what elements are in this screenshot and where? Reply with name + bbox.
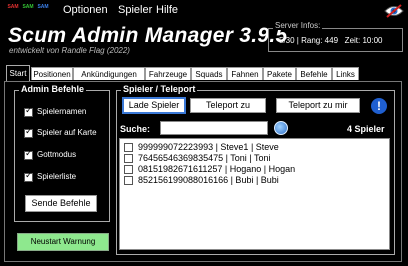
tab-squads[interactable]: Squads xyxy=(191,67,227,80)
menu-bar: SAM SAM SAM Optionen Spieler Hilfe xyxy=(0,0,408,22)
sam-red-icon[interactable]: SAM xyxy=(7,4,19,17)
checkbox-spielernamen[interactable] xyxy=(24,106,33,117)
spieler-teleport-label: Spieler / Teleport xyxy=(121,84,198,94)
tab-befehle[interactable]: Befehle xyxy=(296,67,332,80)
player-entry-text: 76456546369835475 | Toni | Toni xyxy=(138,153,271,163)
tab-start[interactable]: Start xyxy=(6,65,30,81)
player-list[interactable]: 999999072223993 | Steve1 | Steve 7645654… xyxy=(119,138,390,250)
player-checkbox[interactable] xyxy=(124,143,133,152)
app-subtitle: entwickelt von Randle Flag (2022) xyxy=(9,46,130,55)
menu-hilfe[interactable]: Hilfe xyxy=(156,4,178,16)
info-icon[interactable]: ! xyxy=(371,98,387,114)
tab-links[interactable]: Links xyxy=(332,67,359,80)
admin-befehle-label: Admin Befehle xyxy=(19,84,87,94)
tab-positionen[interactable]: Positionen xyxy=(31,67,73,80)
server-info-text: 5/30 | Rang: 449 Zeit: 10:00 xyxy=(279,36,383,45)
tab-fahnen[interactable]: Fahnen xyxy=(227,67,263,80)
player-entry-text: 08151982671611257 | Hogano | Hogan xyxy=(138,164,296,174)
player-checkbox[interactable] xyxy=(124,176,133,185)
teleport-zu-button[interactable]: Teleport zu xyxy=(190,98,266,113)
checkbox-gottmodus-label: Gottmodus xyxy=(37,150,77,159)
sende-befehle-button[interactable]: Sende Befehle xyxy=(25,195,97,212)
player-entry-text: 999999072223993 | Steve1 | Steve xyxy=(138,142,279,152)
tab-pakete[interactable]: Pakete xyxy=(263,67,296,80)
sam-green-icon[interactable]: SAM xyxy=(22,4,34,17)
player-checkbox[interactable] xyxy=(124,154,133,163)
suche-label: Suche: xyxy=(120,124,151,134)
neustart-warnung-button[interactable]: Neustart Warnung xyxy=(17,233,109,251)
checkbox-spielerliste[interactable] xyxy=(24,171,33,182)
eye-icon[interactable] xyxy=(384,3,404,19)
list-item[interactable]: 76456546369835475 | Toni | Toni xyxy=(124,153,384,164)
tab-ankuendigungen[interactable]: Ankündigungen xyxy=(73,67,145,80)
teleport-zu-mir-button[interactable]: Teleport zu mir xyxy=(276,98,360,113)
server-info-label: Server Infos: xyxy=(273,21,323,30)
checkbox-spieler-auf-karte[interactable] xyxy=(24,127,33,138)
list-item[interactable]: 999999072223993 | Steve1 | Steve xyxy=(124,142,384,153)
checkbox-gottmodus[interactable] xyxy=(24,149,33,160)
player-checkbox[interactable] xyxy=(124,165,133,174)
checkbox-spielernamen-label: Spielernamen xyxy=(37,107,87,116)
sam-blue-icon[interactable]: SAM xyxy=(37,4,49,17)
checkbox-spielerliste-label: Spielerliste xyxy=(37,172,77,181)
list-item[interactable]: 85215619908801616​6 | Bubi | Bubi xyxy=(124,175,384,186)
refresh-globe-icon[interactable] xyxy=(274,121,288,135)
lade-spieler-button[interactable]: Lade Spieler xyxy=(122,97,186,114)
menu-spieler[interactable]: Spieler xyxy=(118,4,152,16)
search-input[interactable] xyxy=(160,121,268,135)
app-title: Scum Admin Manager 3.9.5 xyxy=(8,24,288,47)
menu-optionen[interactable]: Optionen xyxy=(63,4,108,16)
player-entry-text: 85215619908801616​6 | Bubi | Bubi xyxy=(138,175,279,185)
list-item[interactable]: 08151982671611257 | Hogano | Hogan xyxy=(124,164,384,175)
player-count: 4 Spieler xyxy=(347,124,385,134)
checkbox-spieler-auf-karte-label: Spieler auf Karte xyxy=(37,128,97,137)
tab-fahrzeuge[interactable]: Fahrzeuge xyxy=(145,67,191,80)
